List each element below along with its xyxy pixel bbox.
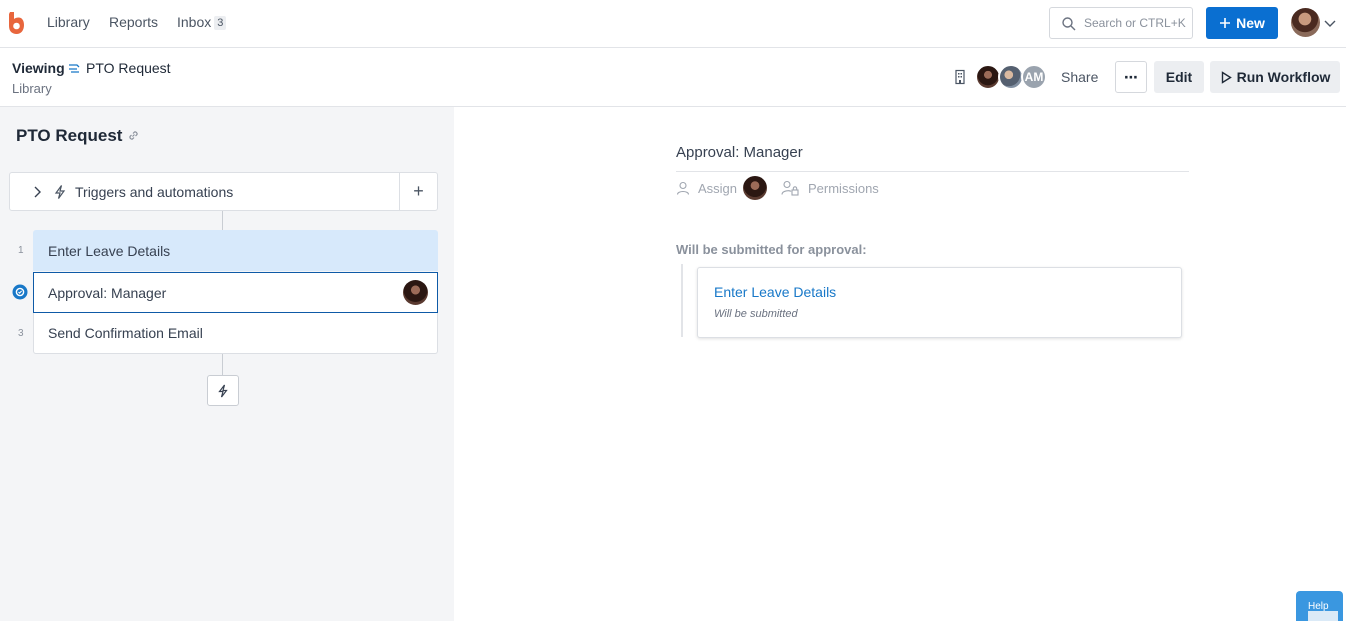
- step-send-confirmation-email[interactable]: Send Confirmation Email: [33, 313, 438, 354]
- lightning-icon: [218, 384, 228, 397]
- breadcrumb[interactable]: Library: [12, 81, 52, 96]
- user-avatar[interactable]: [1291, 8, 1320, 37]
- document-title: PTO Request: [86, 60, 171, 76]
- step-label: Send Confirmation Email: [48, 325, 203, 341]
- add-automation-button[interactable]: [207, 375, 239, 406]
- share-button[interactable]: Share: [1061, 69, 1098, 85]
- triggers-label: Triggers and automations: [75, 184, 234, 200]
- play-icon: [1221, 70, 1232, 84]
- chevron-down-icon[interactable]: [1323, 16, 1337, 30]
- permissions-button[interactable]: Permissions: [808, 181, 879, 196]
- top-nav: Library Reports Inbox3 New: [0, 0, 1346, 48]
- inbox-count-badge: 3: [214, 16, 227, 30]
- submitted-step-card[interactable]: Enter Leave Details Will be submitted: [697, 267, 1182, 338]
- add-trigger-button[interactable]: +: [399, 173, 437, 210]
- card-subtitle: Will be submitted: [714, 308, 798, 320]
- step-approval-manager[interactable]: Approval: Manager: [33, 272, 438, 313]
- step-number: 3: [18, 328, 24, 339]
- help-button[interactable]: Help: [1296, 591, 1343, 621]
- search-box[interactable]: [1049, 7, 1193, 39]
- assign-button[interactable]: Assign: [698, 181, 737, 196]
- collaborator-avatar-am[interactable]: AM: [1021, 64, 1047, 90]
- search-icon: [1062, 17, 1076, 31]
- nav-inbox-label: Inbox: [177, 14, 212, 30]
- step-label: Approval: Manager: [48, 285, 167, 301]
- submitted-heading: Will be submitted for approval:: [676, 242, 867, 257]
- workflow-icon: [69, 64, 80, 73]
- step-detail-panel: Approval: Manager Assign Permissions Wil…: [454, 107, 1346, 621]
- step-number: 1: [18, 245, 24, 256]
- person-icon: [676, 181, 690, 195]
- new-button-label: New: [1236, 15, 1265, 31]
- more-options-button[interactable]: ⋯: [1115, 61, 1147, 93]
- user-lock-icon: [781, 180, 799, 196]
- step-title[interactable]: Approval: Manager: [676, 144, 803, 161]
- assignee-avatar: [403, 280, 428, 305]
- chevron-right-icon[interactable]: [31, 185, 43, 199]
- workflow-sidebar: PTO Request Triggers and automations + 1…: [0, 107, 454, 621]
- edit-button[interactable]: Edit: [1154, 61, 1204, 93]
- step-enter-leave-details[interactable]: Enter Leave Details: [33, 230, 438, 271]
- nav-reports[interactable]: Reports: [109, 14, 158, 30]
- search-input[interactable]: [1084, 14, 1188, 32]
- assignee-avatar[interactable]: [743, 176, 767, 200]
- link-icon[interactable]: [127, 129, 140, 142]
- connector-line: [222, 354, 223, 375]
- connector-line: [222, 211, 223, 230]
- approval-icon: [12, 284, 28, 300]
- app-logo[interactable]: [7, 11, 25, 35]
- help-widget-panel: [1308, 611, 1338, 621]
- divider: [676, 171, 1189, 172]
- nav-inbox[interactable]: Inbox 3: [177, 14, 227, 30]
- workflow-title: PTO Request: [16, 126, 123, 145]
- document-header: Viewing PTO Request Library AM Share ⋯ E…: [0, 48, 1346, 107]
- new-button[interactable]: New: [1206, 7, 1278, 39]
- run-workflow-label: Run Workflow: [1236, 69, 1331, 85]
- run-workflow-button[interactable]: Run Workflow: [1210, 61, 1340, 93]
- quote-bar: [681, 264, 683, 337]
- step-label: Enter Leave Details: [48, 243, 171, 259]
- building-icon[interactable]: [953, 69, 967, 85]
- nav-library[interactable]: Library: [47, 14, 90, 30]
- viewing-label: Viewing: [12, 60, 65, 76]
- lightning-icon: [54, 185, 66, 199]
- plus-icon: [1220, 18, 1231, 28]
- triggers-panel[interactable]: Triggers and automations +: [9, 172, 438, 211]
- card-title[interactable]: Enter Leave Details: [714, 284, 836, 300]
